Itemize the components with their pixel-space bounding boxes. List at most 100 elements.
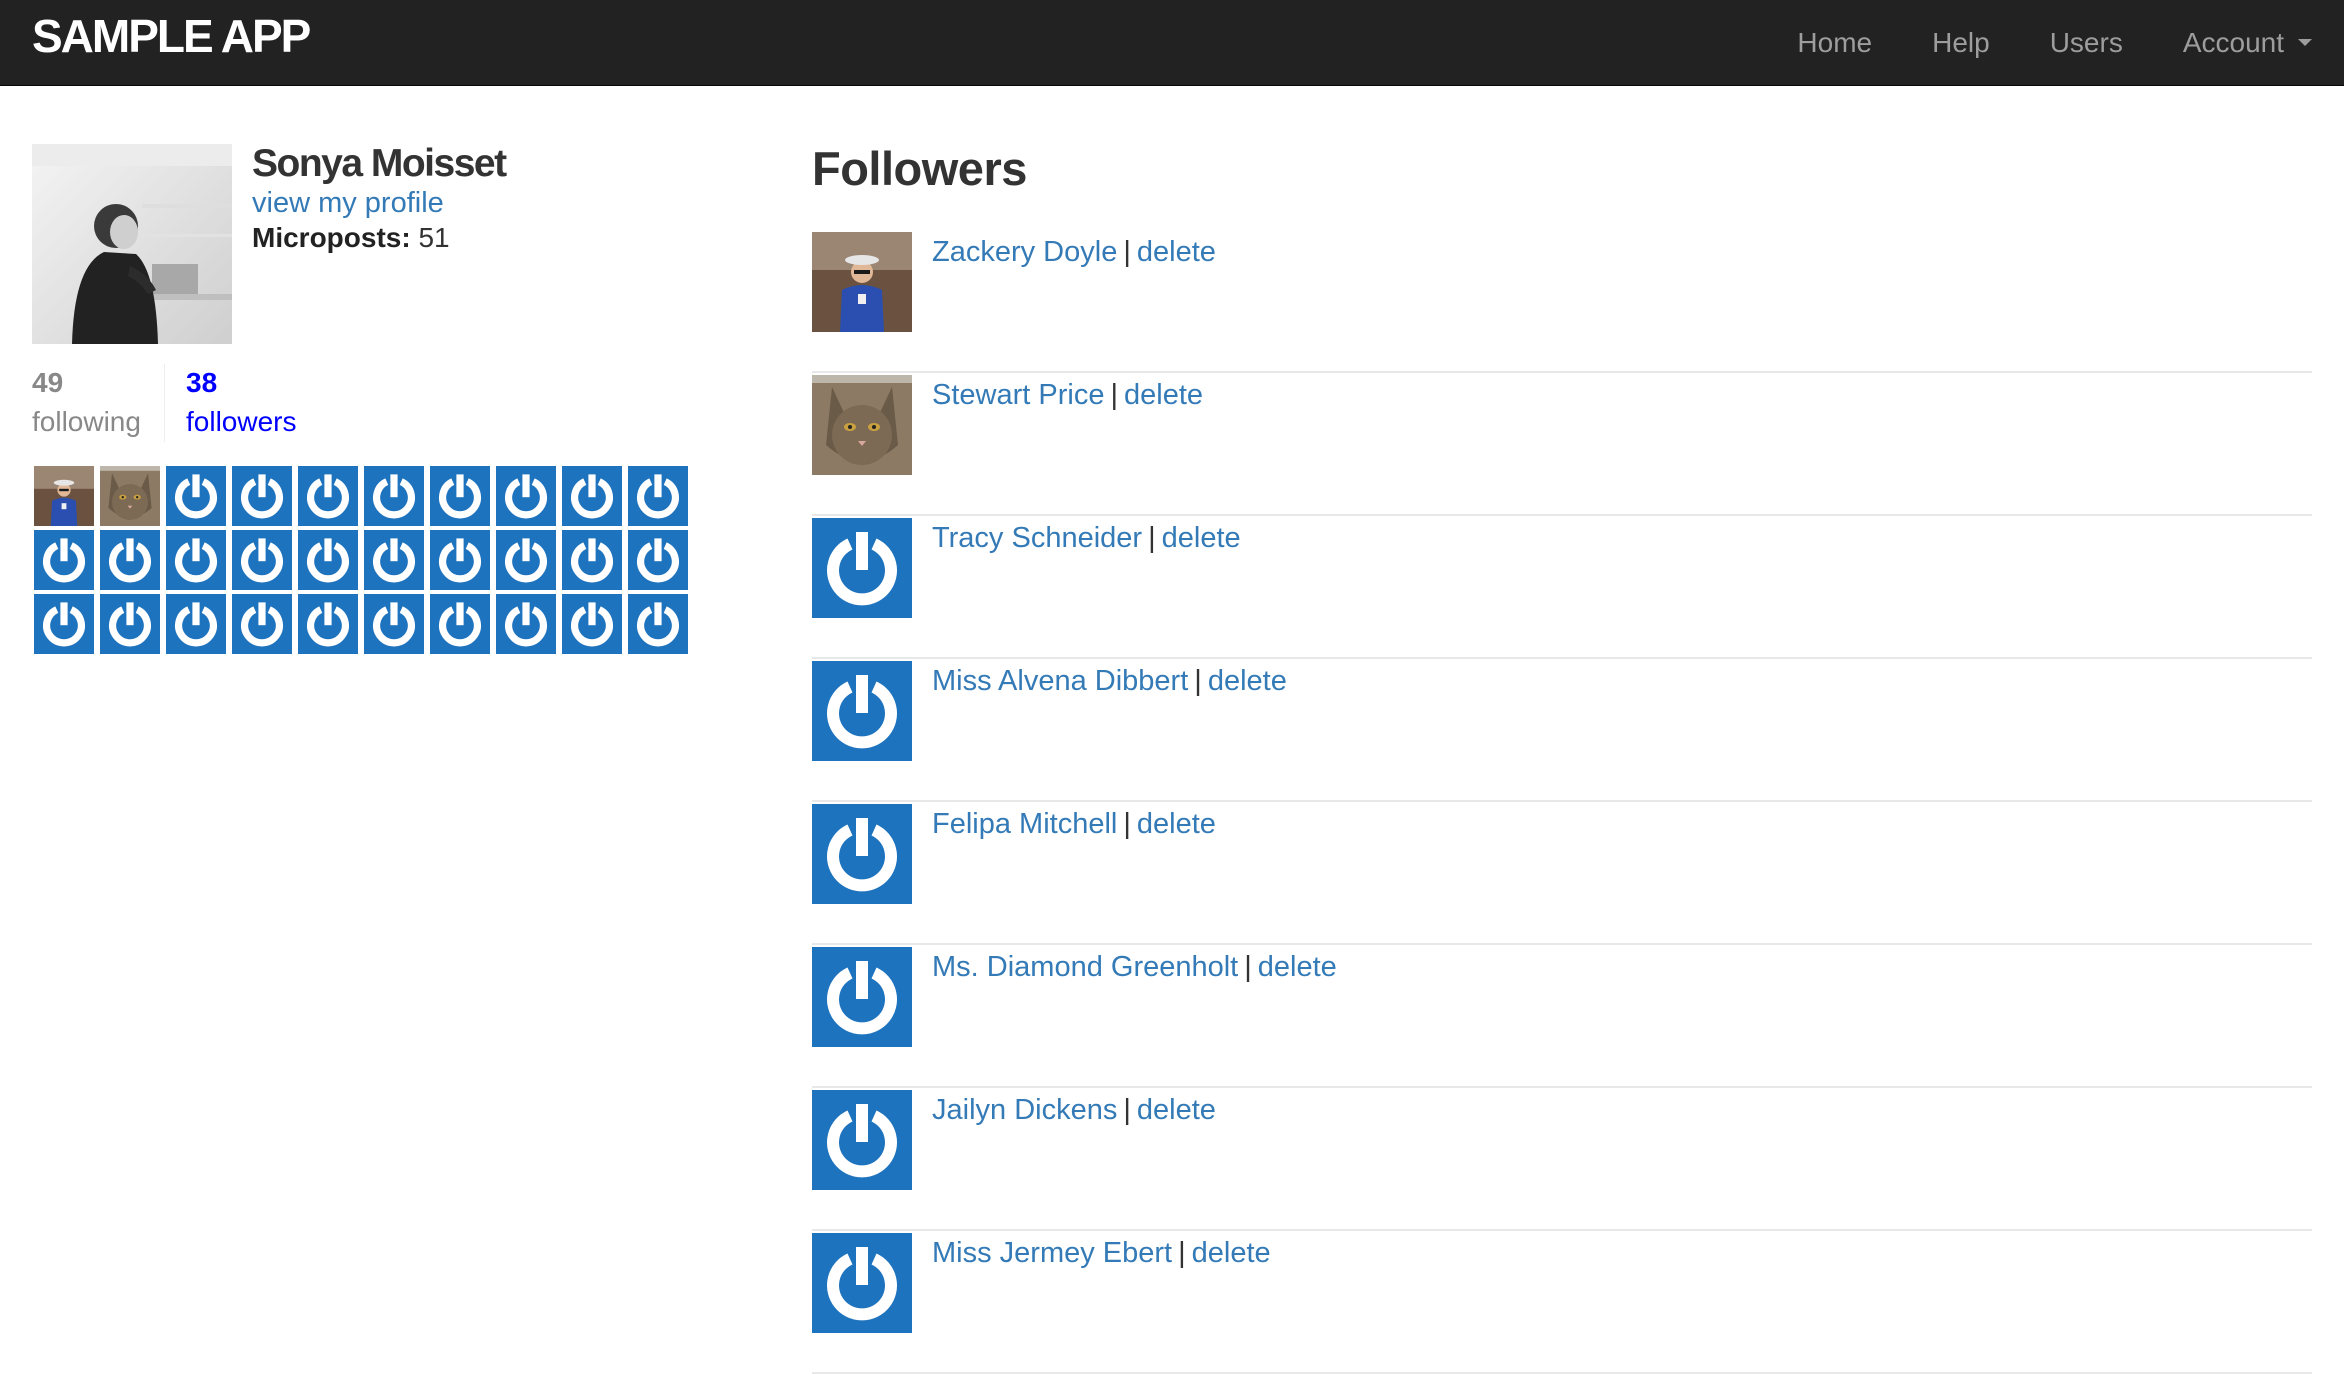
- follower-name-link[interactable]: Jailyn Dickens: [932, 1094, 1117, 1126]
- grid-avatar[interactable]: [364, 466, 424, 526]
- separator: |: [1244, 951, 1252, 983]
- separator: |: [1123, 808, 1131, 840]
- microposts-count: Microposts: 51: [252, 220, 450, 256]
- following-label: following: [32, 406, 141, 437]
- followers-stat[interactable]: 38 followers: [186, 364, 296, 442]
- power-icon[interactable]: [812, 947, 912, 1047]
- grid-avatar[interactable]: [628, 530, 688, 590]
- grid-avatar[interactable]: [496, 530, 556, 590]
- separator: |: [1123, 236, 1131, 268]
- list-item: Zackery Doyle | delete: [812, 230, 2312, 373]
- grid-avatar[interactable]: [298, 530, 358, 590]
- avatar[interactable]: [812, 375, 912, 475]
- nav-help-link[interactable]: Help: [1932, 27, 1990, 59]
- nav-users-link[interactable]: Users: [2050, 27, 2123, 59]
- followers-label: followers: [186, 406, 297, 437]
- power-icon[interactable]: [812, 804, 912, 904]
- grid-avatar[interactable]: [496, 466, 556, 526]
- grid-avatar[interactable]: [34, 594, 94, 654]
- follower-name-link[interactable]: Stewart Price: [932, 379, 1104, 411]
- list-item: Felipa Mitchell | delete: [812, 802, 2312, 945]
- power-icon[interactable]: [812, 1090, 912, 1190]
- follower-name-link[interactable]: Ms. Diamond Greenholt: [932, 951, 1238, 983]
- follower-name-link[interactable]: Miss Alvena Dibbert: [932, 665, 1188, 697]
- following-stat[interactable]: 49 following: [32, 364, 141, 442]
- power-icon: [166, 530, 226, 590]
- follower-name-link[interactable]: Zackery Doyle: [932, 236, 1117, 268]
- power-icon[interactable]: [812, 661, 912, 761]
- follower-text: Stewart Price | delete: [932, 373, 1203, 417]
- view-profile-link[interactable]: view my profile: [252, 184, 444, 222]
- grid-avatar[interactable]: [166, 530, 226, 590]
- delete-link[interactable]: delete: [1137, 1094, 1216, 1126]
- grid-avatar[interactable]: [298, 594, 358, 654]
- power-icon: [496, 466, 556, 526]
- follower-text: Felipa Mitchell | delete: [932, 802, 1216, 846]
- avatar-photo: [100, 466, 160, 526]
- separator: |: [1194, 665, 1202, 697]
- avatar[interactable]: [812, 232, 912, 332]
- grid-avatar[interactable]: [496, 594, 556, 654]
- user-name: Sonya Moisset: [252, 142, 507, 185]
- navbar: SAMPLE APP Home Help Users Account: [0, 0, 2344, 86]
- follower-name-link[interactable]: Miss Jermey Ebert: [932, 1237, 1172, 1269]
- grid-avatar[interactable]: [562, 594, 622, 654]
- power-icon: [496, 594, 556, 654]
- grid-avatar[interactable]: [562, 466, 622, 526]
- power-icon: [496, 530, 556, 590]
- power-icon: [298, 594, 358, 654]
- delete-link[interactable]: delete: [1192, 1237, 1271, 1269]
- power-icon: [430, 466, 490, 526]
- power-icon: [628, 530, 688, 590]
- power-icon: [166, 466, 226, 526]
- power-icon: [166, 594, 226, 654]
- delete-link[interactable]: delete: [1124, 379, 1203, 411]
- grid-avatar[interactable]: [100, 530, 160, 590]
- power-icon[interactable]: [812, 518, 912, 618]
- app-logo[interactable]: SAMPLE APP: [32, 10, 311, 62]
- grid-avatar[interactable]: [232, 594, 292, 654]
- grid-avatar[interactable]: [232, 466, 292, 526]
- grid-avatar[interactable]: [34, 466, 94, 526]
- grid-avatar[interactable]: [100, 466, 160, 526]
- follower-name-link[interactable]: Felipa Mitchell: [932, 808, 1117, 840]
- power-icon: [298, 530, 358, 590]
- grid-avatar[interactable]: [232, 530, 292, 590]
- power-icon[interactable]: [812, 1233, 912, 1333]
- delete-link[interactable]: delete: [1258, 951, 1337, 983]
- nav-home-link[interactable]: Home: [1797, 27, 1872, 59]
- grid-avatar[interactable]: [628, 594, 688, 654]
- delete-link[interactable]: delete: [1137, 808, 1216, 840]
- power-icon: [232, 594, 292, 654]
- grid-avatar[interactable]: [100, 594, 160, 654]
- account-dropdown[interactable]: Account: [2183, 27, 2312, 59]
- grid-avatar[interactable]: [364, 530, 424, 590]
- power-icon: [364, 530, 424, 590]
- grid-avatar[interactable]: [364, 594, 424, 654]
- grid-avatar[interactable]: [628, 466, 688, 526]
- follower-name-link[interactable]: Tracy Schneider: [932, 522, 1142, 554]
- power-icon: [628, 594, 688, 654]
- power-icon: [34, 530, 94, 590]
- delete-link[interactable]: delete: [1137, 236, 1216, 268]
- follower-text: Ms. Diamond Greenholt | delete: [932, 945, 1337, 989]
- power-icon: [628, 466, 688, 526]
- grid-avatar[interactable]: [562, 530, 622, 590]
- grid-avatar[interactable]: [430, 466, 490, 526]
- separator: |: [1123, 1094, 1131, 1126]
- power-icon: [562, 466, 622, 526]
- grid-avatar[interactable]: [430, 594, 490, 654]
- delete-link[interactable]: delete: [1162, 522, 1241, 554]
- grid-avatar[interactable]: [166, 466, 226, 526]
- profile-photo[interactable]: [32, 144, 232, 344]
- follower-text: Miss Jermey Ebert | delete: [932, 1231, 1271, 1275]
- power-icon: [100, 594, 160, 654]
- grid-avatar[interactable]: [34, 530, 94, 590]
- power-icon: [364, 466, 424, 526]
- delete-link[interactable]: delete: [1208, 665, 1287, 697]
- grid-avatar[interactable]: [298, 466, 358, 526]
- list-item: Miss Alvena Dibbert | delete: [812, 659, 2312, 802]
- grid-avatar[interactable]: [430, 530, 490, 590]
- grid-avatar[interactable]: [166, 594, 226, 654]
- list-item: Stewart Price | delete: [812, 373, 2312, 516]
